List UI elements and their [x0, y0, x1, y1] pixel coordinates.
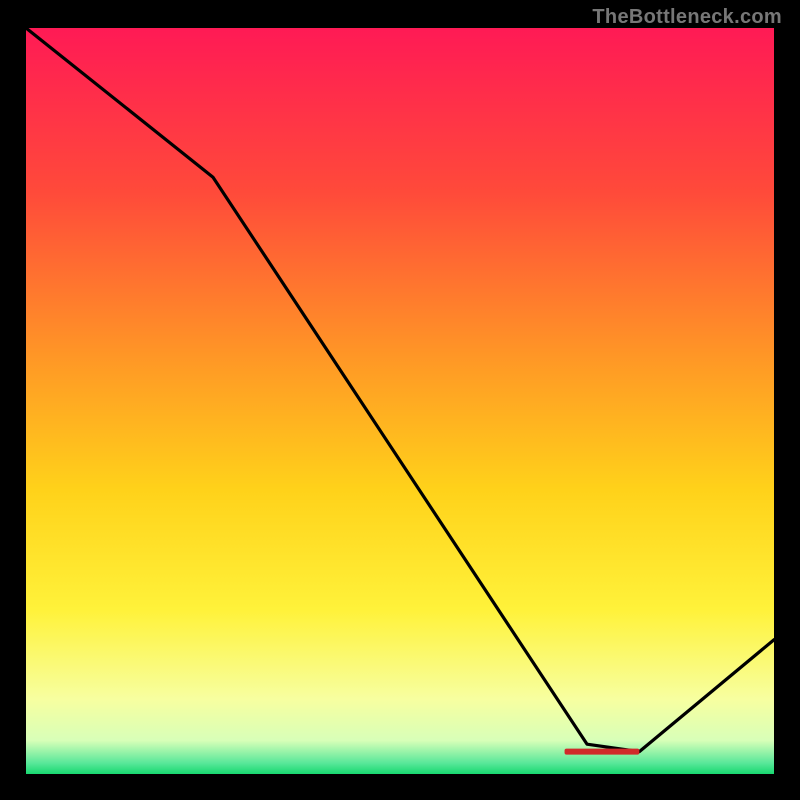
chart-canvas — [0, 0, 800, 800]
watermark-text: TheBottleneck.com — [592, 6, 782, 29]
chart-stage: TheBottleneck.com — [0, 0, 800, 800]
min-marker — [565, 749, 640, 755]
plot-background — [26, 28, 774, 774]
